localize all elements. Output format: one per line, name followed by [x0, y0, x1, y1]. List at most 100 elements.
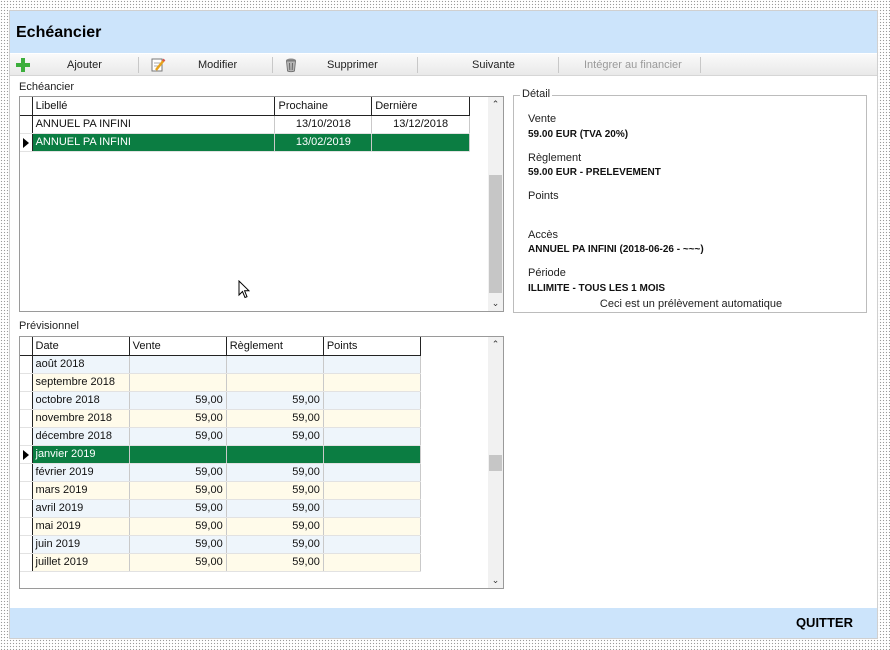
cell-reglement — [226, 373, 324, 392]
edit-button[interactable]: Modifier — [150, 54, 237, 76]
cell-derniere — [371, 133, 470, 152]
chevron-up-icon[interactable]: ⌃ — [488, 97, 503, 112]
table-row-selected[interactable]: ANNUEL PA INFINI 13/02/2019 — [20, 133, 470, 152]
quit-button[interactable]: QUITTER — [796, 615, 853, 630]
cell-date: mars 2019 — [32, 481, 130, 500]
cell-date: mai 2019 — [32, 517, 130, 536]
cell-reglement: 59,00 — [226, 553, 324, 572]
mouse-cursor-icon — [238, 280, 250, 299]
periode-value: ILLIMITE - TOUS LES 1 MOIS — [528, 283, 666, 294]
row-indicator — [20, 481, 33, 500]
cell-vente: 59,00 — [129, 553, 227, 572]
previsionnel-scrollbar[interactable]: ⌃ ⌄ — [488, 337, 503, 588]
table-row[interactable]: octobre 2018 59,00 59,00 — [20, 391, 422, 410]
cell-derniere: 13/12/2018 — [371, 115, 470, 134]
table-row[interactable]: novembre 2018 59,00 59,00 — [20, 409, 422, 428]
echeancier-window: Echéancier Ajouter Modifier Supprimer Su… — [9, 10, 878, 639]
cell-reglement: 59,00 — [226, 391, 324, 410]
cell-prochaine: 13/02/2019 — [274, 133, 373, 152]
periode-label: Période — [528, 267, 566, 279]
table-row[interactable]: février 2019 59,00 59,00 — [20, 463, 422, 482]
column-header-libelle[interactable]: Libellé — [32, 97, 276, 116]
cell-vente: 59,00 — [129, 427, 227, 446]
cell-points — [323, 463, 422, 482]
vente-label: Vente — [528, 113, 557, 125]
reglement-label: Règlement — [528, 152, 582, 164]
column-header-reglement[interactable]: Règlement — [226, 337, 324, 356]
chevron-down-icon[interactable]: ⌄ — [488, 573, 503, 588]
echeancier-scrollbar[interactable]: ⌃ ⌄ — [488, 97, 503, 311]
cell-vente: 59,00 — [129, 391, 227, 410]
chevron-up-icon[interactable]: ⌃ — [488, 337, 503, 352]
delete-label: Supprimer — [327, 59, 378, 71]
cell-points — [323, 373, 422, 392]
cell-points — [323, 391, 422, 410]
cell-vente — [129, 373, 227, 392]
cell-points — [323, 355, 422, 374]
pencil-notepad-icon — [150, 57, 166, 73]
table-row[interactable]: juillet 2019 59,00 59,00 — [20, 553, 422, 572]
cell-points — [323, 553, 422, 572]
row-indicator — [20, 391, 33, 410]
column-header-date[interactable]: Date — [32, 337, 130, 356]
cell-points — [323, 409, 422, 428]
table-row[interactable]: juin 2019 59,00 59,00 — [20, 535, 422, 554]
integrate-financier-button[interactable]: Intégrer au financier — [584, 54, 682, 76]
prelevement-note: Ceci est un prélèvement automatique — [599, 298, 783, 310]
cell-date: juillet 2019 — [32, 553, 130, 572]
table-row[interactable]: mai 2019 59,00 59,00 — [20, 517, 422, 536]
cell-points — [323, 535, 422, 554]
add-button[interactable]: Ajouter — [15, 54, 102, 76]
cell-points — [323, 427, 422, 446]
cell-points — [323, 499, 422, 518]
plus-icon — [15, 57, 31, 73]
cell-vente: 59,00 — [129, 409, 227, 428]
table-row[interactable]: mars 2019 59,00 59,00 — [20, 481, 422, 500]
cell-date: janvier 2019 — [32, 445, 130, 464]
row-indicator — [20, 355, 33, 374]
add-label: Ajouter — [67, 59, 102, 71]
detail-legend: Détail — [520, 88, 553, 100]
cell-vente: 59,00 — [129, 535, 227, 554]
column-header-prochaine[interactable]: Prochaine — [274, 97, 373, 116]
column-header-derniere[interactable]: Dernière — [371, 97, 470, 116]
reglement-value: 59.00 EUR - PRELEVEMENT — [528, 167, 661, 178]
row-indicator — [20, 427, 33, 446]
cell-date: décembre 2018 — [32, 427, 130, 446]
previsionnel-grid[interactable]: Date Vente Règlement Points août 2018 se… — [19, 336, 504, 589]
row-indicator — [20, 373, 33, 392]
cell-vente — [129, 355, 227, 374]
cell-reglement: 59,00 — [226, 481, 324, 500]
cell-date: avril 2019 — [32, 499, 130, 518]
column-header-points[interactable]: Points — [323, 337, 422, 356]
cell-points — [323, 481, 422, 500]
table-row[interactable]: septembre 2018 — [20, 373, 422, 392]
cell-libelle: ANNUEL PA INFINI — [32, 115, 276, 134]
table-row[interactable]: ANNUEL PA INFINI 13/10/2018 13/12/2018 — [20, 115, 470, 134]
table-row[interactable]: avril 2019 59,00 59,00 — [20, 499, 422, 518]
points-label: Points — [528, 190, 559, 202]
chevron-down-icon[interactable]: ⌄ — [488, 296, 503, 311]
trash-bin-icon — [283, 57, 299, 73]
table-row[interactable]: décembre 2018 59,00 59,00 — [20, 427, 422, 446]
cell-vente: 59,00 — [129, 517, 227, 536]
row-indicator-header — [20, 97, 33, 116]
column-header-vente[interactable]: Vente — [129, 337, 227, 356]
table-row-selected[interactable]: janvier 2019 — [20, 445, 422, 464]
scrollbar-thumb[interactable] — [489, 175, 502, 293]
next-button[interactable]: Suivante — [472, 54, 515, 76]
previsionnel-section-label: Prévisionnel — [19, 320, 79, 332]
triangle-right-icon — [23, 137, 29, 148]
delete-button[interactable]: Supprimer — [283, 54, 378, 76]
toolbar-separator — [558, 57, 559, 73]
cell-reglement — [226, 355, 324, 374]
edit-label: Modifier — [198, 59, 238, 71]
bottom-bar: QUITTER — [10, 608, 877, 638]
cell-reglement — [226, 445, 324, 464]
cell-date: juin 2019 — [32, 535, 130, 554]
echeancier-grid[interactable]: Libellé Prochaine Dernière ANNUEL PA INF… — [19, 96, 504, 312]
table-row[interactable]: août 2018 — [20, 355, 422, 374]
row-indicator — [20, 553, 33, 572]
scrollbar-thumb[interactable] — [489, 455, 502, 471]
cell-prochaine: 13/10/2018 — [274, 115, 373, 134]
